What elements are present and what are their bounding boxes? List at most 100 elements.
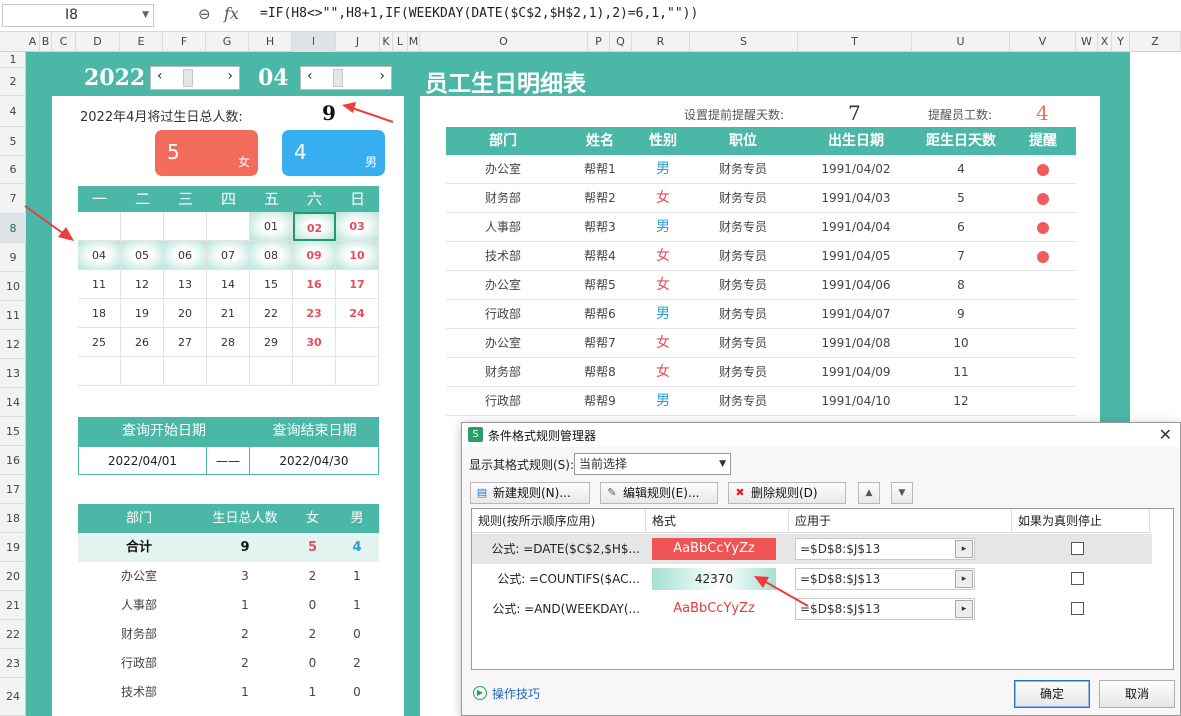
row-header-17[interactable]: 17 bbox=[0, 475, 26, 504]
column-header-m[interactable]: M bbox=[408, 32, 420, 52]
table-row[interactable]: 行政部 帮帮6 男 财务专员 1991/04/07 9 bbox=[446, 300, 1076, 329]
calendar-day[interactable] bbox=[207, 357, 250, 386]
row-header-18[interactable]: 18 bbox=[0, 504, 26, 533]
show-rules-select[interactable]: 当前选择 ▼ bbox=[574, 453, 731, 475]
calendar-day[interactable]: 15 bbox=[250, 270, 293, 299]
rule-applies-to-input[interactable]: =$D$8:$J$13 ▸ bbox=[795, 598, 975, 620]
column-header-d[interactable]: D bbox=[76, 32, 120, 52]
column-header-k[interactable]: K bbox=[380, 32, 393, 52]
column-header-o[interactable]: O bbox=[420, 32, 588, 52]
calendar-day[interactable]: 02 bbox=[293, 212, 336, 241]
calendar-day[interactable]: 22 bbox=[250, 299, 293, 328]
calendar-day[interactable] bbox=[336, 357, 379, 386]
edit-rule-button[interactable]: ✎ 编辑规则(E)... bbox=[600, 482, 718, 504]
column-header-h[interactable]: H bbox=[249, 32, 292, 52]
row-header-2[interactable]: 2 bbox=[0, 68, 26, 96]
rule-applies-to-input[interactable]: =$D$8:$J$13 ▸ bbox=[795, 568, 975, 590]
calendar-day[interactable]: 23 bbox=[293, 299, 336, 328]
tips-link[interactable]: 操作技巧 bbox=[492, 685, 540, 702]
column-header-f[interactable]: F bbox=[163, 32, 206, 52]
calendar-day[interactable]: 27 bbox=[164, 328, 207, 357]
table-row[interactable]: 行政部 帮帮9 男 财务专员 1991/04/10 12 bbox=[446, 387, 1076, 416]
table-row[interactable]: 财务部 帮帮8 女 财务专员 1991/04/09 11 bbox=[446, 358, 1076, 387]
calendar-day[interactable]: 24 bbox=[336, 299, 379, 328]
row-header-11[interactable]: 11 bbox=[0, 301, 26, 330]
move-down-button[interactable]: ▼ bbox=[891, 482, 913, 504]
stop-if-true-checkbox[interactable] bbox=[1071, 602, 1084, 615]
column-header-v[interactable]: V bbox=[1010, 32, 1076, 52]
column-header-i[interactable]: I bbox=[292, 32, 336, 52]
column-header-z[interactable]: Z bbox=[1130, 32, 1181, 52]
chevron-right-icon[interactable]: › bbox=[227, 68, 233, 84]
table-row[interactable]: 人事部 帮帮3 男 财务专员 1991/04/04 6 bbox=[446, 213, 1076, 242]
scroll-thumb[interactable] bbox=[183, 69, 193, 87]
calendar-day[interactable]: 20 bbox=[164, 299, 207, 328]
row-header-24[interactable]: 24 bbox=[0, 678, 26, 716]
row-header-10[interactable]: 10 bbox=[0, 272, 26, 301]
calendar-day[interactable]: 29 bbox=[250, 328, 293, 357]
stop-if-true-checkbox[interactable] bbox=[1071, 542, 1084, 555]
column-header-r[interactable]: R bbox=[632, 32, 690, 52]
row-header-9[interactable]: 9 bbox=[0, 243, 26, 272]
calendar-day[interactable]: 10 bbox=[336, 241, 379, 270]
row-header-13[interactable]: 13 bbox=[0, 359, 26, 388]
calendar-day[interactable] bbox=[207, 212, 250, 241]
calendar-day[interactable]: 07 bbox=[207, 241, 250, 270]
column-header-q[interactable]: Q bbox=[610, 32, 632, 52]
move-up-button[interactable]: ▲ bbox=[858, 482, 880, 504]
row-header-14[interactable]: 14 bbox=[0, 388, 26, 417]
query-end-date[interactable]: 2022/04/30 bbox=[249, 446, 379, 475]
row-header-20[interactable]: 20 bbox=[0, 562, 26, 591]
calendar-day[interactable]: 26 bbox=[121, 328, 164, 357]
query-start-date[interactable]: 2022/04/01 bbox=[78, 446, 207, 475]
scroll-thumb[interactable] bbox=[333, 69, 343, 87]
calendar-day[interactable]: 13 bbox=[164, 270, 207, 299]
row-header-15[interactable]: 15 bbox=[0, 417, 26, 446]
row-header-12[interactable]: 12 bbox=[0, 330, 26, 359]
calendar-day[interactable]: 08 bbox=[250, 241, 293, 270]
year-spinner[interactable]: ‹ › bbox=[150, 66, 240, 90]
row-header-5[interactable]: 5 bbox=[0, 127, 26, 156]
column-header-a[interactable]: A bbox=[26, 32, 40, 52]
close-icon[interactable]: ✕ bbox=[1159, 425, 1172, 444]
calendar-day[interactable] bbox=[164, 212, 207, 241]
column-header-j[interactable]: J bbox=[336, 32, 380, 52]
chevron-right-icon[interactable]: › bbox=[379, 68, 385, 84]
row-header-22[interactable]: 22 bbox=[0, 620, 26, 649]
chevron-left-icon[interactable]: ‹ bbox=[157, 68, 163, 84]
calendar-day[interactable] bbox=[164, 357, 207, 386]
range-picker-icon[interactable]: ▸ bbox=[955, 540, 973, 558]
calendar-day[interactable]: 12 bbox=[121, 270, 164, 299]
range-picker-icon[interactable]: ▸ bbox=[955, 570, 973, 588]
calendar-day[interactable]: 25 bbox=[78, 328, 121, 357]
calendar-day[interactable]: 04 bbox=[78, 241, 121, 270]
zoom-icon[interactable]: ⊖ bbox=[198, 5, 211, 23]
calendar-day[interactable]: 30 bbox=[293, 328, 336, 357]
column-header-c[interactable]: C bbox=[52, 32, 76, 52]
row-header-4[interactable]: 4 bbox=[0, 96, 26, 127]
row-header-1[interactable]: 1 bbox=[0, 52, 26, 68]
calendar-day[interactable]: 01 bbox=[250, 212, 293, 241]
calendar-day[interactable]: 05 bbox=[121, 241, 164, 270]
calendar-day[interactable]: 18 bbox=[78, 299, 121, 328]
cancel-button[interactable]: 取消 bbox=[1099, 680, 1175, 708]
chevron-left-icon[interactable]: ‹ bbox=[307, 68, 313, 84]
calendar-day[interactable]: 11 bbox=[78, 270, 121, 299]
name-box[interactable]: I8 ▼ bbox=[2, 4, 154, 27]
calendar-day[interactable] bbox=[121, 357, 164, 386]
table-row[interactable]: 办公室 帮帮1 男 财务专员 1991/04/02 4 bbox=[446, 155, 1076, 184]
calendar-day[interactable]: 17 bbox=[336, 270, 379, 299]
row-header-19[interactable]: 19 bbox=[0, 533, 26, 562]
column-header-l[interactable]: L bbox=[393, 32, 408, 52]
table-row[interactable]: 技术部 帮帮4 女 财务专员 1991/04/05 7 bbox=[446, 242, 1076, 271]
table-row[interactable]: 财务部 帮帮2 女 财务专员 1991/04/03 5 bbox=[446, 184, 1076, 213]
calendar-day[interactable] bbox=[250, 357, 293, 386]
calendar-day[interactable] bbox=[293, 357, 336, 386]
table-row[interactable]: 办公室 帮帮7 女 财务专员 1991/04/08 10 bbox=[446, 329, 1076, 358]
row-header-16[interactable]: 16 bbox=[0, 446, 26, 475]
calendar-day[interactable]: 16 bbox=[293, 270, 336, 299]
calendar-day[interactable]: 14 bbox=[207, 270, 250, 299]
calendar-day[interactable]: 06 bbox=[164, 241, 207, 270]
month-spinner[interactable]: ‹ › bbox=[300, 66, 392, 90]
chevron-down-icon[interactable]: ▼ bbox=[142, 5, 149, 26]
